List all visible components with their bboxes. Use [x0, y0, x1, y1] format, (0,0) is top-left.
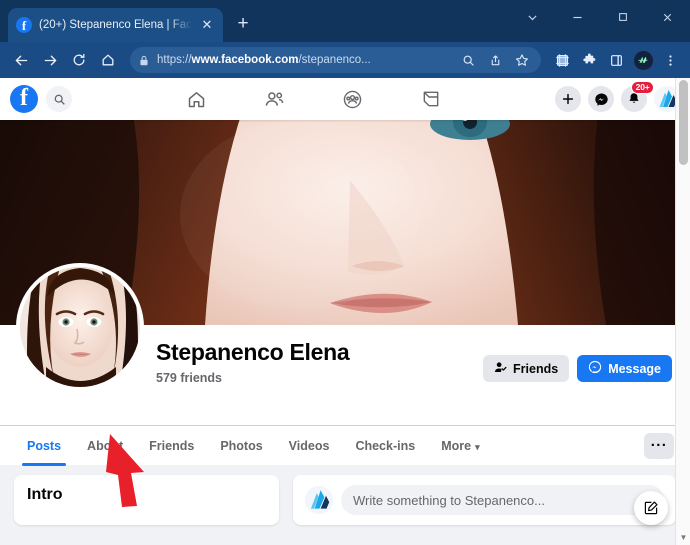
- close-icon[interactable]: [645, 0, 690, 34]
- browser-toolbar: https://www.facebook.com/stepanenco...: [0, 42, 690, 78]
- share-icon[interactable]: [485, 50, 505, 70]
- friends-button[interactable]: Friends: [483, 355, 570, 382]
- url-scheme: https://: [157, 54, 192, 66]
- lock-icon: [139, 55, 150, 66]
- tab-friends[interactable]: Friends: [136, 426, 207, 466]
- scroll-down-arrow-icon[interactable]: ▼: [676, 533, 690, 542]
- search-icon[interactable]: [458, 50, 478, 70]
- profile-content: Intro Write something to Stepanenco...: [0, 465, 690, 525]
- scrollbar-thumb[interactable]: [679, 80, 688, 165]
- facebook-favicon: f: [16, 17, 32, 33]
- friends-count[interactable]: 579 friends: [156, 371, 349, 385]
- friends-button-label: Friends: [513, 361, 559, 376]
- browser-window: f (20+) Stepanenco Elena | Facebo ✕ +: [0, 0, 690, 545]
- chevron-down-icon: ▾: [475, 441, 480, 452]
- avatar[interactable]: [305, 486, 333, 514]
- tab-videos-label: Videos: [288, 438, 330, 453]
- facebook-top-nav: f 20+: [0, 78, 690, 120]
- screenshot-capture-icon[interactable]: [549, 47, 575, 73]
- extension-badge-icon[interactable]: [630, 47, 656, 73]
- search-icon[interactable]: [46, 86, 72, 112]
- address-bar[interactable]: https://www.facebook.com/stepanenco...: [130, 47, 541, 73]
- page-title: Stepanenco Elena: [156, 339, 350, 365]
- extensions-puzzle-icon[interactable]: [576, 47, 602, 73]
- side-panel-icon[interactable]: [603, 47, 629, 73]
- home-icon[interactable]: [182, 84, 212, 114]
- profile-name-block: Stepanenco Elena 579 friends: [156, 339, 350, 385]
- notifications-bell-icon[interactable]: 20+: [621, 81, 654, 112]
- chrome-menu-icon[interactable]: [657, 47, 683, 73]
- tab-posts-label: Posts: [27, 438, 62, 453]
- facebook-logo-icon[interactable]: f: [10, 85, 38, 113]
- groups-icon[interactable]: [338, 84, 368, 114]
- browser-tab-active[interactable]: f (20+) Stepanenco Elena | Facebo ✕: [8, 8, 223, 42]
- forward-arrow-icon[interactable]: [36, 46, 64, 74]
- back-arrow-icon[interactable]: [7, 46, 35, 74]
- url-path: /stepanenco...: [298, 54, 371, 66]
- message-button[interactable]: Message: [577, 355, 672, 382]
- tab-about[interactable]: About: [74, 426, 136, 466]
- page-scrollbar[interactable]: ▼: [675, 78, 690, 545]
- profile-header: Stepanenco Elena 579 friends Friends Mes…: [0, 263, 690, 425]
- tab-posts[interactable]: Posts: [14, 426, 74, 466]
- profile-picture-image: [20, 267, 140, 387]
- composer-input[interactable]: Write something to Stepanenco...: [341, 485, 664, 515]
- create-plus-icon[interactable]: [555, 86, 581, 112]
- page-viewport: f 20+ Stepanenco Elena 579 friends Frien…: [0, 78, 690, 545]
- composer-placeholder: Write something to Stepanenco...: [353, 492, 545, 508]
- reload-icon[interactable]: [65, 46, 93, 74]
- url-domain: www.facebook.com: [191, 54, 299, 66]
- gaming-icon[interactable]: [416, 84, 446, 114]
- tab-more-label: More: [441, 438, 472, 453]
- tab-strip: f (20+) Stepanenco Elena | Facebo ✕ +: [0, 0, 510, 42]
- tab-check-ins-label: Check-ins: [355, 438, 416, 453]
- profile-more-options-button[interactable]: ···: [644, 433, 674, 459]
- profile-actions: Friends Message: [483, 355, 672, 382]
- intro-card-title: Intro: [27, 486, 63, 503]
- new-tab-button[interactable]: +: [229, 11, 257, 39]
- messenger-icon[interactable]: [588, 86, 614, 112]
- maximize-icon[interactable]: [600, 0, 645, 34]
- notification-badge: 20+: [631, 81, 654, 94]
- tab-more[interactable]: More ▾: [428, 426, 492, 466]
- intro-card: Intro: [14, 475, 279, 525]
- tab-check-ins[interactable]: Check-ins: [342, 426, 428, 466]
- tab-friends-label: Friends: [149, 438, 195, 453]
- address-bar-url: https://www.facebook.com/stepanenco...: [157, 54, 451, 66]
- minimize-icon[interactable]: [555, 0, 600, 34]
- facebook-nav-center: [72, 84, 555, 114]
- post-composer: Write something to Stepanenco...: [293, 475, 676, 525]
- tab-photos-label: Photos: [220, 438, 263, 453]
- tab-about-label: About: [87, 438, 124, 453]
- browser-titlebar: f (20+) Stepanenco Elena | Facebo ✕ +: [0, 0, 690, 42]
- tab-title: (20+) Stepanenco Elena | Facebo: [39, 19, 192, 31]
- friend-check-icon: [494, 361, 507, 377]
- star-icon[interactable]: [512, 50, 532, 70]
- tab-videos[interactable]: Videos: [276, 426, 343, 466]
- message-button-label: Message: [608, 361, 661, 376]
- window-controls: [510, 0, 690, 42]
- friends-icon[interactable]: [260, 84, 290, 114]
- profile-picture[interactable]: [16, 263, 144, 391]
- compose-pencil-icon[interactable]: [634, 491, 668, 525]
- close-icon[interactable]: ✕: [199, 17, 215, 33]
- tab-photos[interactable]: Photos: [207, 426, 275, 466]
- profile-tabs: Posts About Friends Photos Videos Check-…: [0, 425, 690, 466]
- messenger-icon: [588, 360, 602, 377]
- home-icon[interactable]: [94, 46, 122, 74]
- chevron-down-icon[interactable]: [510, 0, 555, 34]
- extension-badge-circle: [633, 50, 653, 70]
- facebook-nav-right: 20+: [555, 81, 680, 112]
